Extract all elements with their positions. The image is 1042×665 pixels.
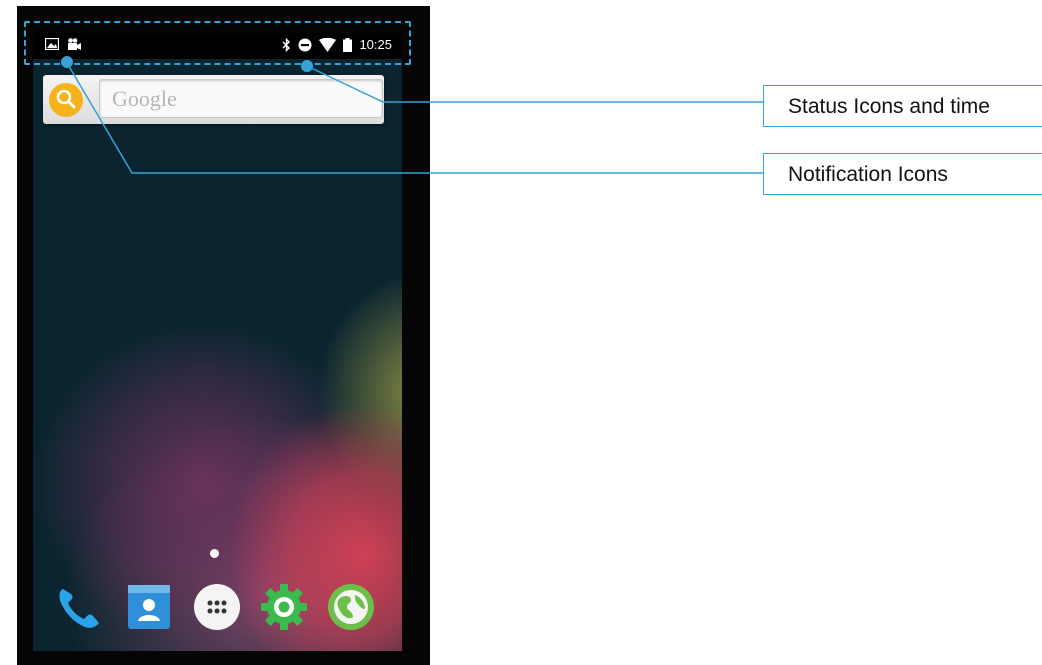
app-drawer-icon [194, 584, 240, 630]
search-placeholder: Google [112, 86, 177, 111]
google-search-widget[interactable]: Google [43, 75, 384, 124]
app-drawer-button[interactable] [191, 581, 243, 633]
phone-icon [59, 589, 99, 628]
status-callout: Status Icons and time [763, 85, 1042, 127]
contacts-app-button[interactable] [123, 581, 175, 633]
status-bar-highlight [24, 21, 411, 65]
phone-app-button[interactable] [53, 581, 105, 633]
browser-icon [328, 584, 374, 630]
app-dock [33, 581, 402, 637]
search-input[interactable]: Google [99, 79, 383, 118]
notification-callout: Notification Icons [763, 153, 1042, 195]
contacts-icon [128, 585, 170, 629]
settings-icon [261, 584, 307, 630]
page-indicator [210, 549, 219, 558]
browser-app-button[interactable] [325, 581, 377, 633]
home-screen: Google [33, 33, 402, 651]
notification-callout-label: Notification Icons [788, 163, 948, 186]
search-icon [56, 89, 76, 109]
settings-app-button[interactable] [258, 581, 310, 633]
search-button[interactable] [49, 83, 83, 117]
status-callout-label: Status Icons and time [788, 95, 990, 118]
